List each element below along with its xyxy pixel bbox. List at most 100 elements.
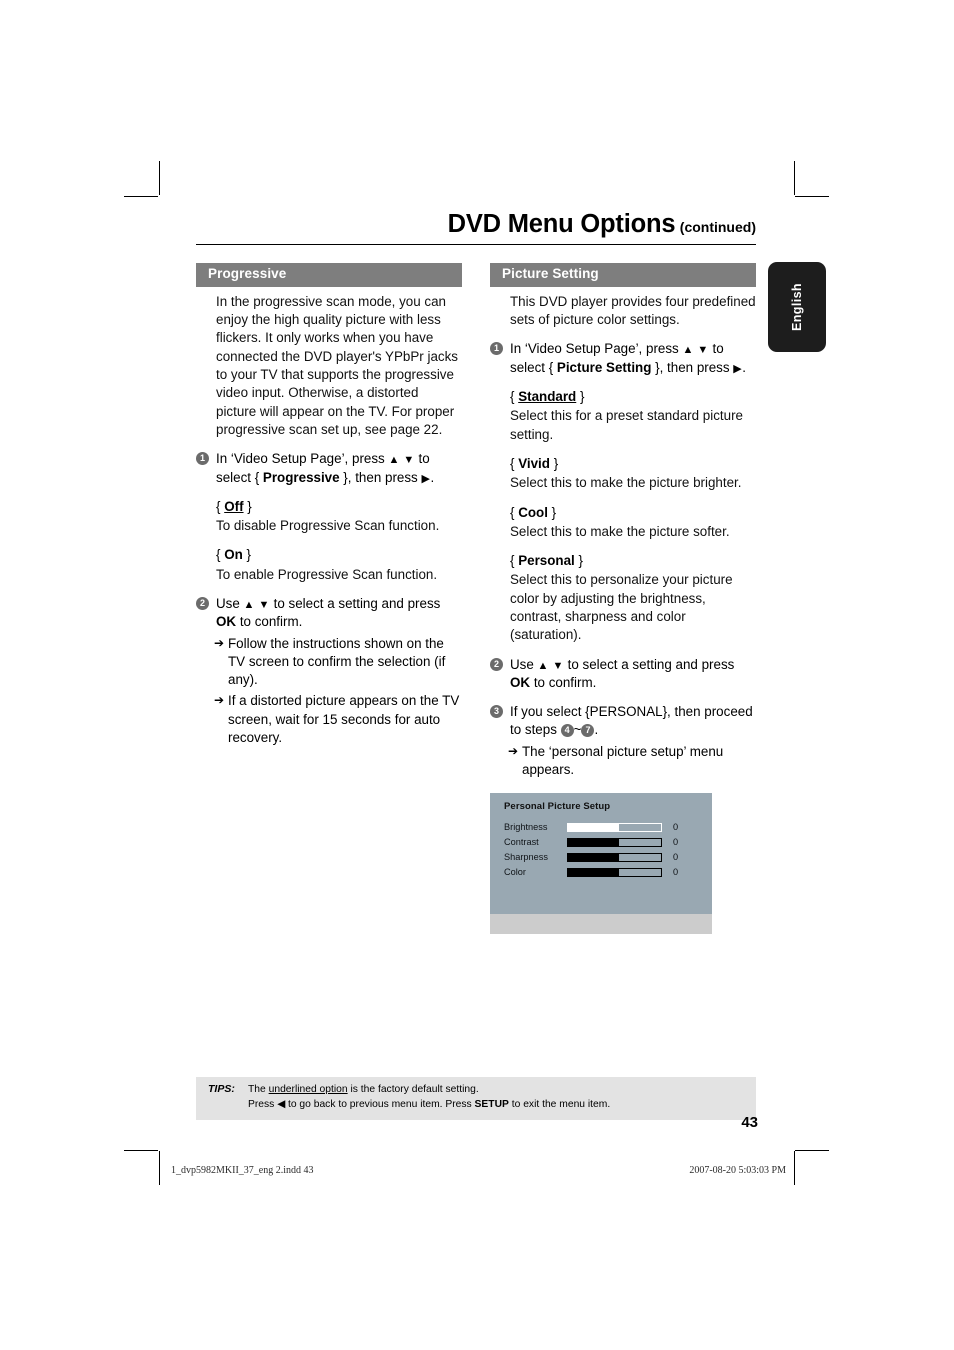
sub-bullet: ➔ Follow the instructions shown on the T…: [214, 635, 462, 690]
osd-slider-track[interactable]: [567, 822, 662, 832]
osd-slider-track[interactable]: [567, 867, 662, 877]
osd-slider-row[interactable]: Contrast 0: [504, 835, 712, 849]
up-down-arrow-icon: ▲ ▼: [388, 454, 415, 467]
step-text: In ‘Video Setup Page’, press: [510, 341, 683, 357]
picture-setting-intro-paragraph: This DVD player provides four predefined…: [510, 293, 756, 328]
step-number-badge: 1: [196, 452, 209, 466]
crop-mark-bottom-right-horizontal: [795, 1150, 829, 1151]
tips-underlined-option: underlined option: [268, 1084, 348, 1095]
progressive-step-1: 1 In ‘Video Setup Page’, press ▲ ▼ to se…: [196, 450, 462, 487]
step-text-end: .: [430, 469, 435, 485]
tips-line-2: Press ◀ to go back to previous menu item…: [248, 1098, 610, 1113]
option-name: Personal: [518, 553, 575, 569]
step-text: In ‘Video Setup Page’, press: [216, 451, 389, 467]
step-reference-badge-from: 4: [560, 724, 574, 738]
ok-button-name: OK: [216, 614, 237, 630]
step-text: Use: [510, 656, 538, 672]
picture-setting-step-3: 3 If you select {PERSONAL}, then proceed…: [490, 703, 756, 740]
step-text-cont2: }, then press: [651, 359, 734, 375]
tips-line-1: The underlined option is the factory def…: [248, 1083, 610, 1098]
step-text-cont2: }, then press: [339, 469, 422, 485]
step-text-end: to confirm.: [236, 614, 303, 630]
option-description-personal: Select this to personalize your picture …: [510, 572, 733, 643]
osd-slider-fill: [568, 838, 620, 846]
option-heading-off: { Off }: [216, 498, 462, 516]
option-heading-cool: { Cool }: [510, 504, 756, 522]
osd-slider-value: 0: [673, 822, 679, 833]
crop-mark-top-right-vertical: [794, 161, 795, 195]
option-description-vivid: Select this to make the picture brighter…: [510, 475, 742, 491]
step-number-badge: 2: [490, 657, 503, 671]
sub-bullet-text: If a distorted picture appears on the TV…: [228, 693, 460, 746]
option-heading-vivid: { Vivid }: [510, 455, 756, 473]
option-heading-personal: { Personal }: [510, 552, 756, 570]
osd-slider-value: 0: [673, 867, 679, 878]
option-name: Vivid: [518, 455, 550, 471]
step-text-cont: to select a setting and press: [563, 656, 735, 672]
section-header-progressive: Progressive: [196, 263, 462, 287]
option-description-standard: Select this for a preset standard pictur…: [510, 408, 743, 442]
menu-item-name: Progressive: [262, 469, 340, 485]
tips-body: The underlined option is the factory def…: [248, 1083, 610, 1113]
brace-close: }: [574, 553, 583, 569]
brace-close: }: [576, 389, 585, 405]
page-title-main: DVD Menu Options: [447, 210, 676, 238]
tips-box: TIPS: The underlined option is the facto…: [196, 1077, 756, 1120]
print-footer-left: 1_dvp5982MKII_37_eng 2.indd 43: [171, 1165, 314, 1176]
right-arrow-icon: ▶: [733, 362, 743, 375]
sub-bullet-text: The ‘personal picture setup’ menu appear…: [522, 743, 724, 778]
page-number: 43: [741, 1114, 758, 1131]
step-text: If you select {PERSONAL}, then proceed t…: [510, 704, 753, 738]
option-description-off: To disable Progressive Scan function.: [216, 518, 440, 534]
brace-close: }: [549, 455, 559, 471]
osd-slider-row[interactable]: Sharpness 0: [504, 850, 712, 864]
crop-mark-top-left-horizontal: [124, 196, 158, 197]
osd-slider-row[interactable]: Color 0: [504, 865, 712, 879]
crop-mark-bottom-left-vertical: [159, 1151, 160, 1185]
tips-line2-middle: to go back to previous menu item. Press: [285, 1098, 475, 1110]
osd-title: Personal Picture Setup: [504, 801, 611, 813]
osd-spacer: [490, 880, 712, 914]
step-text-cont: to select a setting and press: [269, 596, 441, 611]
tips-line1-suffix: is the factory default setting.: [347, 1084, 479, 1095]
osd-slider-label: Contrast: [504, 837, 539, 848]
step-reference-badge-to: 7: [581, 724, 595, 738]
osd-slider-label: Brightness: [504, 822, 548, 833]
ok-button-name: OK: [510, 674, 531, 690]
up-down-arrow-icon: ▲ ▼: [682, 344, 709, 357]
crop-mark-top-right-horizontal: [795, 196, 829, 197]
step-range-tilde: ~: [573, 722, 582, 738]
setup-button-name: SETUP: [474, 1098, 509, 1110]
up-down-arrow-icon: ▲ ▼: [537, 659, 564, 672]
brace-open: {: [510, 455, 519, 471]
osd-slider-track[interactable]: [567, 852, 662, 862]
progressive-step-2: 2 Use ▲ ▼ to select a setting and press …: [196, 595, 462, 632]
menu-item-name: Picture Setting: [556, 359, 652, 375]
osd-slider-label: Sharpness: [504, 852, 548, 863]
tips-line2-prefix: Press: [248, 1098, 278, 1110]
osd-slider-label: Color: [504, 867, 526, 878]
osd-slider-track[interactable]: [567, 837, 662, 847]
osd-slider-row[interactable]: Brightness 0: [504, 820, 712, 834]
brace-open: {: [216, 547, 225, 563]
brace-close: }: [547, 504, 557, 520]
picture-setting-step-1: 1 In ‘Video Setup Page’, press ▲ ▼ to se…: [490, 340, 756, 377]
step-number-badge: 1: [490, 342, 503, 356]
brace-open: {: [510, 553, 519, 569]
language-tab: English: [768, 262, 826, 352]
progressive-intro-paragraph: In the progressive scan mode, you can en…: [216, 293, 458, 437]
tips-line2-suffix: to exit the menu item.: [508, 1098, 611, 1110]
arrow-bullet-icon: ➔: [214, 693, 225, 708]
page-title: DVD Menu Options (continued): [196, 210, 756, 242]
option-description-cool: Select this to make the picture softer.: [510, 523, 730, 539]
section-header-picture-setting: Picture Setting: [490, 263, 756, 287]
brace-close: }: [243, 498, 252, 514]
title-divider: [196, 244, 756, 245]
page-title-continued: (continued): [679, 219, 756, 235]
osd-footer-strip: [490, 914, 712, 935]
up-down-arrow-icon: ▲ ▼: [243, 599, 270, 611]
brace-open: {: [510, 389, 519, 405]
brace-open: {: [216, 498, 225, 514]
sub-bullet: ➔ The ‘personal picture setup’ menu appe…: [508, 743, 756, 780]
osd-slider-fill: [568, 853, 620, 861]
